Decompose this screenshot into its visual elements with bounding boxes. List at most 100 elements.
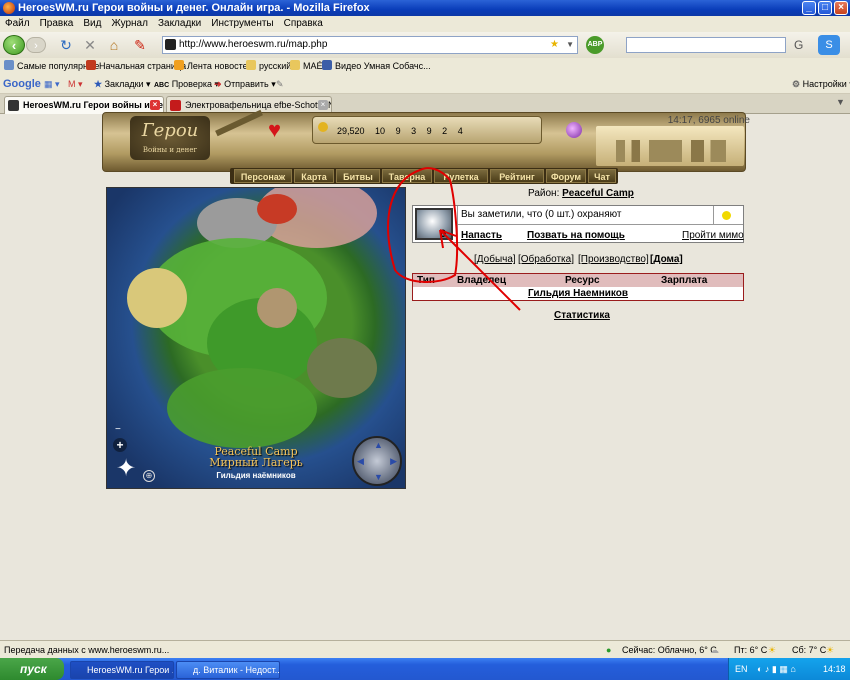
url-text: http://www.heroeswm.ru/map.php bbox=[179, 39, 328, 50]
col-resource: Ресурс bbox=[565, 275, 600, 286]
arrow-south-icon[interactable]: ▼ bbox=[374, 472, 383, 482]
map-region-south[interactable] bbox=[167, 368, 317, 448]
window-titlebar: HeroesWM.ru Герои войны и денег. Онлайн … bbox=[0, 0, 850, 16]
start-button[interactable]: пуск bbox=[0, 658, 64, 680]
reload-icon[interactable]: ↻ bbox=[58, 37, 74, 53]
call-help-link[interactable]: Позвать на помощь bbox=[527, 230, 625, 241]
toolbar-send[interactable]: ➜ Отправить ▾ bbox=[214, 74, 276, 94]
tray-clock[interactable]: 14:18 bbox=[823, 658, 846, 680]
red-annotation-arrow bbox=[387, 167, 521, 311]
castle-towers bbox=[616, 140, 726, 162]
search-engine-icon[interactable]: G bbox=[794, 38, 808, 52]
nav-chat[interactable]: Чат bbox=[588, 169, 616, 183]
star-icon[interactable]: ★ bbox=[550, 37, 559, 53]
minimize-button[interactable]: _ bbox=[802, 1, 816, 15]
tab-houses[interactable]: [Дома] bbox=[650, 254, 683, 265]
pencil-icon[interactable]: ✎ bbox=[276, 74, 284, 94]
guild-link[interactable]: Гильдия Наемников bbox=[528, 288, 628, 299]
tab-close-icon[interactable]: × bbox=[318, 100, 328, 110]
map-castle[interactable] bbox=[257, 288, 297, 328]
weather-sat: Сб: 7° С bbox=[792, 645, 827, 655]
nav-character[interactable]: Персонаж bbox=[234, 169, 292, 183]
tab-close-icon[interactable]: × bbox=[150, 100, 160, 110]
col-salary: Зарплата bbox=[661, 275, 708, 286]
wood-amount: 10 bbox=[375, 126, 386, 136]
window-title: HeroesWM.ru Герои войны и денег. Онлайн … bbox=[18, 2, 370, 14]
castle-banner bbox=[596, 126, 744, 166]
menu-history[interactable]: Журнал bbox=[106, 16, 153, 32]
bookmark-tool-icon[interactable]: ✎ bbox=[132, 37, 148, 53]
health-heart-icon[interactable]: ♥ bbox=[268, 118, 281, 142]
stop-icon[interactable]: ✕ bbox=[82, 37, 98, 53]
gmail-icon[interactable]: M ▾ bbox=[68, 74, 83, 94]
back-button[interactable]: ‹ bbox=[3, 35, 25, 55]
maximize-button[interactable]: □ bbox=[818, 1, 832, 15]
arrow-east-icon[interactable]: ▶ bbox=[390, 456, 397, 467]
tab-strip: HeroesWM.ru Герои войны и ден... × Элект… bbox=[0, 94, 850, 114]
forward-button[interactable]: › bbox=[26, 37, 46, 53]
system-tray: EN ◐ ♪ ▮ ▦ ⌂ 14:18 bbox=[728, 658, 850, 680]
home-icon[interactable]: ⌂ bbox=[106, 37, 122, 53]
menu-tools[interactable]: Инструменты bbox=[206, 16, 278, 32]
bookmark-video[interactable]: Видео Умная Собачс... bbox=[322, 58, 431, 74]
google-logo[interactable]: Google bbox=[3, 74, 41, 94]
zoom-out-button[interactable]: − bbox=[115, 424, 121, 435]
language-indicator[interactable]: EN bbox=[735, 658, 748, 680]
toolbar-bookmarks[interactable]: ★ Закладки ▾ bbox=[94, 74, 151, 94]
district-name[interactable]: Peaceful Camp bbox=[562, 188, 634, 199]
toolbar-spellcheck[interactable]: ABC Проверка ▾ bbox=[154, 74, 219, 96]
cloud-icon: ☁ bbox=[710, 645, 719, 655]
task-firefox[interactable]: HeroesWM.ru Герои ... bbox=[70, 661, 174, 679]
status-bar: Передача данных с www.heroeswm.ru... ● С… bbox=[0, 640, 850, 658]
arrow-west-icon[interactable]: ◀ bbox=[357, 456, 364, 467]
arrow-north-icon[interactable]: ▲ bbox=[374, 440, 383, 450]
ore-amount: 9 bbox=[395, 126, 401, 136]
menu-view[interactable]: Вид bbox=[78, 16, 106, 32]
tab-production[interactable]: [Производство] bbox=[578, 254, 649, 265]
menu-edit[interactable]: Правка bbox=[35, 16, 79, 32]
apps-icon[interactable]: ▦ ▾ bbox=[44, 74, 60, 94]
bookmark-folder-icon bbox=[4, 60, 14, 70]
folder-icon bbox=[246, 60, 256, 70]
bookmark-news[interactable]: Лента новостей bbox=[174, 58, 253, 74]
nav-battles[interactable]: Битвы bbox=[336, 169, 380, 183]
district-info: Район: Peaceful Camp bbox=[528, 188, 678, 199]
toolbar-settings[interactable]: ⚙ Настройки ▾ bbox=[792, 74, 850, 94]
site-favicon bbox=[8, 100, 19, 111]
vk-icon bbox=[322, 60, 332, 70]
address-bar[interactable]: http://www.heroeswm.ru/map.php ★ ▼ bbox=[162, 36, 578, 54]
logo-title: Герои bbox=[141, 120, 199, 141]
menu-help[interactable]: Справка bbox=[279, 16, 328, 32]
server-clock: 14:17, 6965 online bbox=[667, 115, 750, 126]
firefox-small-icon bbox=[86, 60, 96, 70]
rss-icon bbox=[174, 60, 184, 70]
mana-potion-icon[interactable] bbox=[566, 122, 582, 138]
skype-icon[interactable]: S bbox=[818, 35, 840, 55]
menu-file[interactable]: Файл bbox=[0, 16, 35, 32]
pass-by-link[interactable]: Пройти мимо bbox=[682, 230, 744, 241]
game-logo[interactable]: Герои Войны и денег bbox=[130, 116, 210, 160]
dropdown-icon[interactable]: ▼ bbox=[566, 37, 574, 53]
partly-sunny-icon: ☀ bbox=[826, 645, 835, 655]
connection-icon: ● bbox=[606, 645, 612, 655]
weather-fri: Пт: 6° С bbox=[734, 645, 768, 655]
folder-icon bbox=[290, 60, 300, 70]
close-button[interactable]: × bbox=[834, 1, 848, 15]
search-input[interactable] bbox=[626, 37, 786, 53]
bookmark-russian[interactable]: русский bbox=[246, 58, 291, 74]
bookmark-start-page[interactable]: Начальная страница bbox=[86, 58, 186, 74]
map-region-fields[interactable] bbox=[127, 268, 187, 328]
nav-map[interactable]: Карта bbox=[294, 169, 334, 183]
statistics-link[interactable]: Статистика bbox=[554, 310, 610, 321]
nav-forum[interactable]: Форум bbox=[546, 169, 586, 183]
tray-icons[interactable]: ◐ ♪ ▮ ▦ ⌂ bbox=[757, 658, 796, 680]
tab-list-icon[interactable]: ▼ bbox=[836, 97, 845, 107]
map-region-east[interactable] bbox=[307, 338, 377, 398]
bookmark-mae[interactable]: MAÉ bbox=[290, 58, 323, 74]
weather-now: Сейчас: Облачно, 6° С bbox=[622, 645, 717, 655]
menu-bookmarks[interactable]: Закладки bbox=[153, 16, 206, 32]
compass-dial[interactable]: ▲ ▼ ◀ ▶ bbox=[352, 436, 402, 486]
site-favicon bbox=[170, 100, 181, 111]
task-chat[interactable]: д. Виталик - Недост... bbox=[176, 661, 280, 679]
adblock-button[interactable]: ABP bbox=[586, 36, 604, 54]
